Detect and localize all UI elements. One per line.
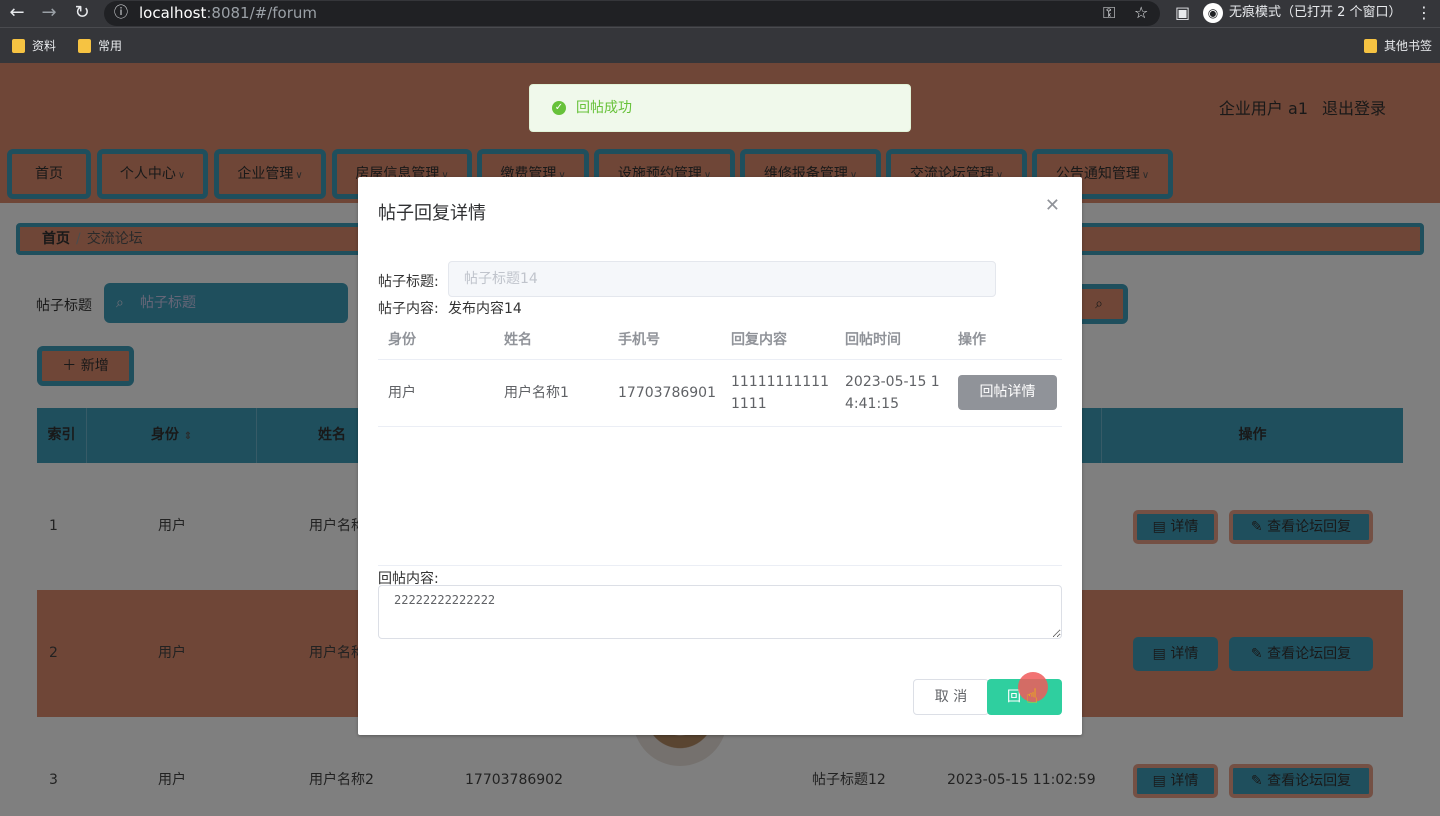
- column-header: 操作: [958, 332, 986, 348]
- close-icon[interactable]: ✕: [1045, 195, 1060, 216]
- menu-dots-icon[interactable]: ⋮: [1416, 2, 1432, 24]
- incognito-indicator[interactable]: ◉ 无痕模式（已打开 2 个窗口）: [1201, 2, 1425, 24]
- post-title-field: 帖子标题14: [448, 261, 996, 297]
- post-content-label: 帖子内容:: [378, 301, 439, 317]
- incognito-icon: ◉: [1203, 3, 1223, 23]
- reply-content-textarea[interactable]: 22222222222222: [378, 585, 1062, 639]
- column-header: 回复内容: [731, 332, 787, 348]
- bookmark-folder-common[interactable]: 常用: [78, 37, 122, 55]
- reply-time-line: 4:41:15: [845, 396, 899, 412]
- incognito-label: 无痕模式（已打开 2 个窗口）: [1229, 5, 1402, 20]
- cancel-button[interactable]: 取 消: [913, 679, 989, 715]
- column-header: 姓名: [504, 332, 532, 348]
- reply-detail-dialog: 帖子回复详情 ✕ 帖子标题: 帖子标题14 帖子内容: 发布内容14 身份 姓名…: [358, 177, 1082, 735]
- key-icon[interactable]: ⚿: [1103, 2, 1115, 24]
- address-bar[interactable]: ⓘ localhost:8081/#/forum: [104, 1, 1160, 26]
- back-icon[interactable]: ←: [6, 2, 28, 24]
- dialog-title: 帖子回复详情: [378, 203, 486, 224]
- reply-time: 2023-05-15 1 4:41:15: [845, 371, 940, 415]
- post-content-value: 发布内容14: [448, 301, 522, 317]
- bookmark-label: 其他书签: [1384, 39, 1433, 53]
- column-header: 手机号: [618, 332, 660, 348]
- toast-message: 回帖成功: [576, 100, 632, 116]
- reply-time-line: 2023-05-15 1: [845, 374, 940, 390]
- reply-name: 用户名称1: [504, 385, 569, 401]
- check-circle-icon: ✓: [552, 101, 566, 115]
- reload-icon[interactable]: ↻: [71, 2, 93, 24]
- browser-chrome: ← → ↻ ⓘ localhost:8081/#/forum ⚿ ☆ ▣ ◉ 无…: [0, 0, 1440, 63]
- bookmarks-bar: 资料 常用 其他书签: [0, 27, 1440, 63]
- reply-content-line: 11111111111: [731, 374, 829, 390]
- bookmark-folder-other[interactable]: 其他书签: [1364, 37, 1432, 55]
- reply-identity: 用户: [388, 385, 416, 401]
- reply-content: 11111111111 1111: [731, 371, 829, 415]
- pointer-hand-icon: ☝: [1026, 684, 1039, 708]
- side-panel-icon[interactable]: ▣: [1175, 2, 1190, 24]
- folder-icon: [1364, 39, 1377, 53]
- success-toast: ✓ 回帖成功: [529, 84, 911, 132]
- bookmark-folder-docs[interactable]: 资料: [12, 37, 56, 55]
- post-title-label: 帖子标题:: [378, 274, 439, 290]
- folder-icon: [12, 39, 25, 53]
- divider: [378, 565, 1062, 566]
- reply-phone: 17703786901: [618, 385, 716, 401]
- star-icon[interactable]: ☆: [1134, 2, 1148, 24]
- divider: [378, 426, 1062, 427]
- url-path: :8081/#/forum: [206, 4, 317, 22]
- column-header: 身份: [388, 332, 416, 348]
- bookmark-label: 常用: [98, 39, 123, 53]
- browser-toolbar: ← → ↻ ⓘ localhost:8081/#/forum ⚿ ☆ ▣ ◉ 无…: [0, 0, 1440, 27]
- reply-content-line: 1111: [731, 396, 767, 412]
- reply-detail-button[interactable]: 回帖详情: [958, 375, 1057, 410]
- bookmark-label: 资料: [32, 39, 57, 53]
- site-info-icon[interactable]: ⓘ: [114, 1, 128, 26]
- folder-icon: [78, 39, 91, 53]
- url-host: localhost: [139, 4, 207, 22]
- column-header: 回帖时间: [845, 332, 901, 348]
- divider: [378, 359, 1062, 360]
- forward-icon[interactable]: →: [38, 2, 60, 24]
